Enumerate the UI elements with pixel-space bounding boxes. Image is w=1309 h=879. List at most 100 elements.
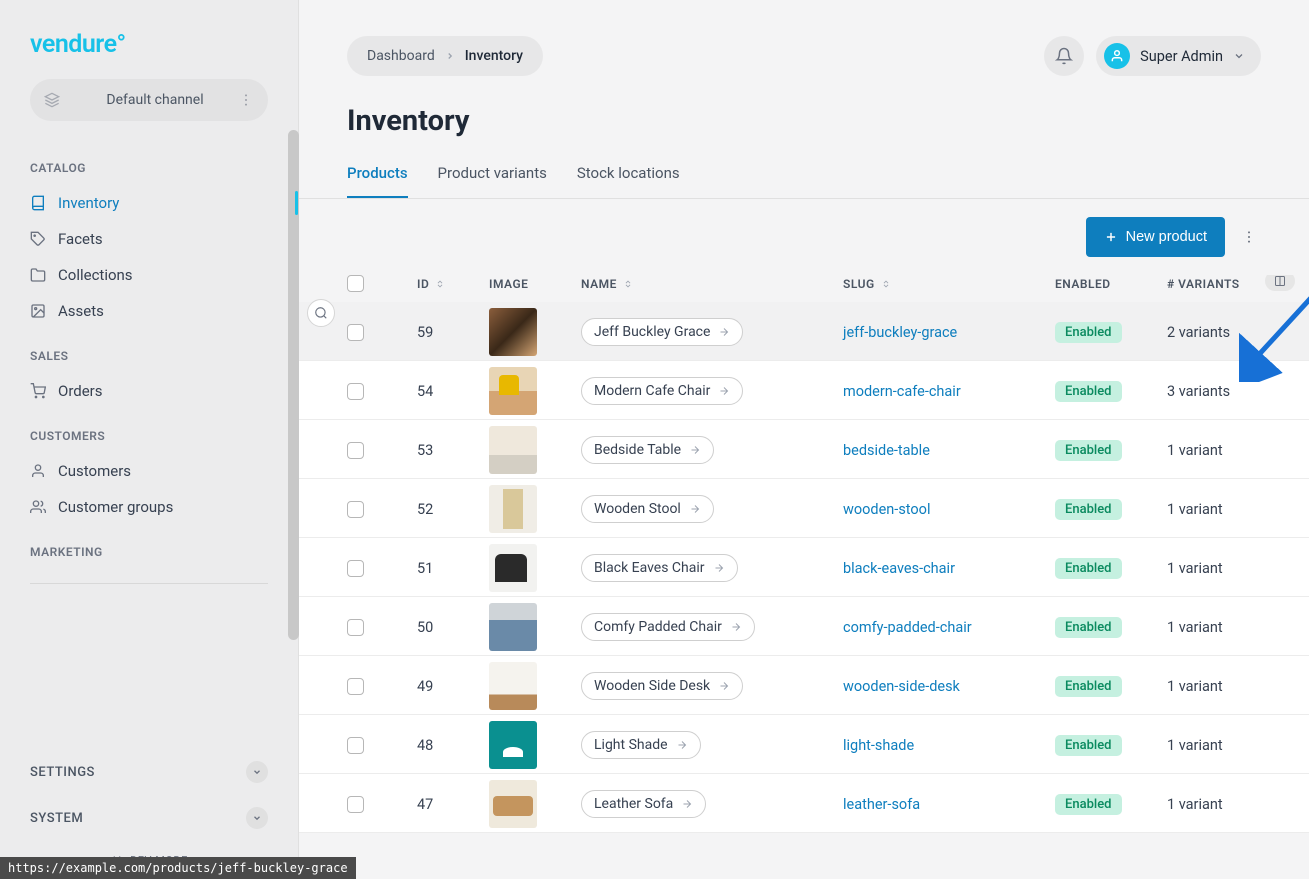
breadcrumb[interactable]: Dashboard Inventory [347, 36, 543, 76]
product-thumbnail[interactable] [489, 603, 537, 651]
slug-link[interactable]: wooden-stool [843, 501, 930, 518]
row-checkbox[interactable] [347, 501, 364, 518]
chevron-down-icon [246, 807, 268, 829]
dots-vertical-icon[interactable] [238, 92, 254, 108]
table-row[interactable]: 50 Comfy Padded Chair comfy-padded-chair… [299, 597, 1309, 656]
col-id[interactable]: ID [417, 277, 489, 291]
search-button[interactable] [307, 299, 335, 327]
product-thumbnail[interactable] [489, 780, 537, 828]
row-checkbox[interactable] [347, 383, 364, 400]
columns-toggle[interactable] [1265, 275, 1295, 291]
slug-link[interactable]: bedside-table [843, 442, 930, 459]
section-customers: CUSTOMERS [0, 409, 298, 453]
channel-selector[interactable]: Default channel [30, 79, 268, 121]
variants-count: 1 variant [1167, 737, 1287, 754]
product-name-chip[interactable]: Wooden Stool [581, 495, 714, 523]
slug-link[interactable]: light-shade [843, 737, 914, 754]
row-checkbox[interactable] [347, 442, 364, 459]
sidebar-item-orders[interactable]: Orders [0, 373, 298, 409]
col-slug[interactable]: SLUG [843, 277, 1055, 291]
arrow-right-icon [730, 621, 742, 633]
enabled-badge: Enabled [1055, 558, 1122, 579]
table-row[interactable]: 51 Black Eaves Chair black-eaves-chair E… [299, 538, 1309, 597]
slug-link[interactable]: leather-sofa [843, 796, 920, 813]
slug-link[interactable]: jeff-buckley-grace [843, 324, 957, 341]
sort-icon [881, 279, 891, 289]
enabled-badge: Enabled [1055, 794, 1122, 815]
row-id: 48 [417, 737, 489, 754]
slug-link[interactable]: black-eaves-chair [843, 560, 955, 577]
table-row[interactable]: 47 Leather Sofa leather-sofa Enabled 1 v… [299, 774, 1309, 833]
row-checkbox[interactable] [347, 796, 364, 813]
row-checkbox[interactable] [347, 560, 364, 577]
new-product-button[interactable]: New product [1086, 217, 1225, 257]
page-title: Inventory [299, 76, 1309, 150]
image-icon [30, 303, 46, 319]
sidebar-item-customer-groups[interactable]: Customer groups [0, 489, 298, 525]
topbar: Dashboard Inventory Super Admin [299, 0, 1309, 76]
variants-count: 1 variant [1167, 501, 1287, 518]
logo-text: vendure [30, 30, 117, 59]
book-icon [30, 195, 46, 211]
table-row[interactable]: 53 Bedside Table bedside-table Enabled 1… [299, 420, 1309, 479]
product-name-chip[interactable]: Light Shade [581, 731, 701, 759]
product-name-chip[interactable]: Modern Cafe Chair [581, 377, 743, 405]
row-checkbox[interactable] [347, 324, 364, 341]
variants-count: 1 variant [1167, 678, 1287, 695]
product-thumbnail[interactable] [489, 662, 537, 710]
product-name-chip[interactable]: Bedside Table [581, 436, 714, 464]
more-button[interactable] [1237, 217, 1261, 257]
sidebar-item-inventory[interactable]: Inventory [0, 185, 298, 221]
product-thumbnail[interactable] [489, 544, 537, 592]
product-name-chip[interactable]: Comfy Padded Chair [581, 613, 755, 641]
tabs: Products Product variants Stock location… [299, 150, 1309, 199]
sidebar-item-collections[interactable]: Collections [0, 257, 298, 293]
logo-dot: ° [117, 30, 126, 59]
product-thumbnail[interactable] [489, 308, 537, 356]
section-marketing: MARKETING [0, 525, 298, 569]
row-id: 50 [417, 619, 489, 636]
table-row[interactable]: 54 Modern Cafe Chair modern-cafe-chair E… [299, 361, 1309, 420]
table-row[interactable]: 52 Wooden Stool wooden-stool Enabled 1 v… [299, 479, 1309, 538]
product-thumbnail[interactable] [489, 721, 537, 769]
sidebar-item-assets[interactable]: Assets [0, 293, 298, 329]
plus-icon [1104, 230, 1118, 244]
product-thumbnail[interactable] [489, 426, 537, 474]
row-checkbox[interactable] [347, 678, 364, 695]
product-thumbnail[interactable] [489, 367, 537, 415]
tab-stock-locations[interactable]: Stock locations [577, 150, 680, 198]
sidebar-system[interactable]: SYSTEM [0, 795, 298, 841]
section-catalog: CATALOG [0, 141, 298, 185]
breadcrumb-root[interactable]: Dashboard [367, 48, 435, 64]
product-name-chip[interactable]: Leather Sofa [581, 790, 706, 818]
main: Dashboard Inventory Super Admin Inventor… [299, 0, 1309, 879]
slug-link[interactable]: wooden-side-desk [843, 678, 960, 695]
product-name-chip[interactable]: Wooden Side Desk [581, 672, 743, 700]
variants-count: 3 variants [1167, 383, 1287, 400]
table-row[interactable]: 48 Light Shade light-shade Enabled 1 var… [299, 715, 1309, 774]
slug-link[interactable]: modern-cafe-chair [843, 383, 961, 400]
row-id: 53 [417, 442, 489, 459]
sidebar-item-facets[interactable]: Facets [0, 221, 298, 257]
tab-product-variants[interactable]: Product variants [438, 150, 547, 198]
user-menu[interactable]: Super Admin [1096, 36, 1261, 76]
sidebar-settings[interactable]: SETTINGS [0, 749, 298, 795]
product-name-chip[interactable]: Jeff Buckley Grace [581, 318, 743, 346]
row-checkbox[interactable] [347, 619, 364, 636]
notifications-button[interactable] [1044, 36, 1084, 76]
cart-icon [30, 383, 46, 399]
slug-link[interactable]: comfy-padded-chair [843, 619, 972, 636]
tab-products[interactable]: Products [347, 150, 408, 198]
select-all-checkbox[interactable] [347, 275, 364, 292]
col-name[interactable]: NAME [581, 277, 843, 291]
table-row[interactable]: 49 Wooden Side Desk wooden-side-desk Ena… [299, 656, 1309, 715]
chevron-down-icon [246, 761, 268, 783]
table-row[interactable]: 59 Jeff Buckley Grace jeff-buckley-grace… [299, 302, 1309, 361]
row-checkbox[interactable] [347, 737, 364, 754]
product-thumbnail[interactable] [489, 485, 537, 533]
product-name-chip[interactable]: Black Eaves Chair [581, 554, 738, 582]
arrow-right-icon [689, 444, 701, 456]
sidebar-item-customers[interactable]: Customers [0, 453, 298, 489]
layers-icon [44, 92, 60, 108]
row-id: 59 [417, 324, 489, 341]
